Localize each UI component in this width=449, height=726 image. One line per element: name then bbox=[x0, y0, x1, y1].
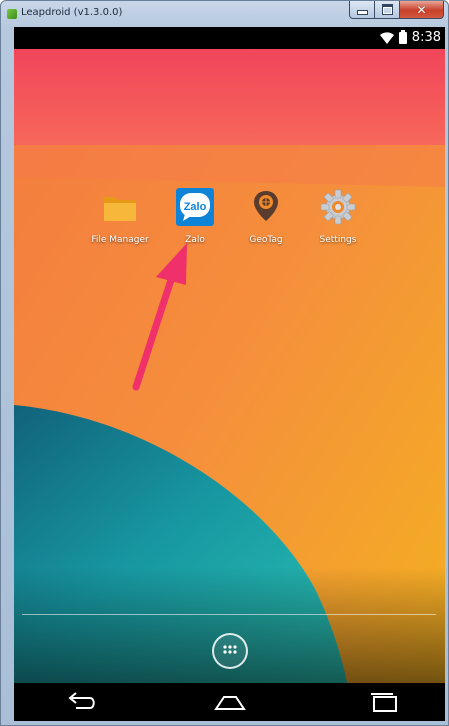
app-label-settings: Settings bbox=[319, 235, 357, 245]
minimize-icon bbox=[356, 10, 368, 15]
battery-icon bbox=[398, 29, 407, 44]
recents-icon[interactable] bbox=[364, 689, 404, 715]
status-bar: 8:38 bbox=[14, 27, 445, 49]
close-icon: ✕ bbox=[416, 2, 427, 17]
navigation-bar bbox=[14, 683, 445, 721]
zalo-icon-text: Zalo bbox=[184, 201, 207, 213]
status-time: 8:38 bbox=[411, 30, 441, 45]
app-settings[interactable]: Settings bbox=[302, 187, 374, 245]
folder-icon bbox=[104, 197, 136, 221]
back-icon[interactable] bbox=[62, 689, 102, 715]
minimize-button[interactable] bbox=[349, 1, 375, 19]
arrow-icon bbox=[132, 243, 187, 391]
title-bar[interactable]: Leapdroid (v1.3.0.0) ✕ bbox=[1, 1, 448, 27]
wallpaper bbox=[14, 27, 445, 721]
emulator-window: Leapdroid (v1.3.0.0) ✕ 8:38 File Manager… bbox=[0, 0, 449, 726]
wifi-icon bbox=[379, 31, 394, 44]
home-icon[interactable] bbox=[210, 689, 250, 715]
maximize-icon bbox=[381, 4, 393, 15]
android-screen: 8:38 File Manager Zalo Zalo GeoTag Setti… bbox=[14, 27, 445, 721]
app-label-geotag: GeoTag bbox=[249, 235, 283, 245]
app-icon bbox=[7, 9, 17, 19]
maximize-button[interactable] bbox=[375, 1, 400, 19]
app-geotag[interactable]: GeoTag bbox=[230, 187, 302, 245]
all-apps-icon bbox=[223, 645, 237, 654]
location-pin-icon bbox=[254, 191, 278, 221]
all-apps-button[interactable] bbox=[212, 633, 248, 669]
gear-icon bbox=[320, 189, 356, 225]
close-button[interactable]: ✕ bbox=[400, 1, 444, 19]
dock-divider bbox=[22, 614, 436, 615]
zalo-icon: Zalo bbox=[176, 188, 214, 226]
window-title: Leapdroid (v1.3.0.0) bbox=[21, 7, 123, 18]
